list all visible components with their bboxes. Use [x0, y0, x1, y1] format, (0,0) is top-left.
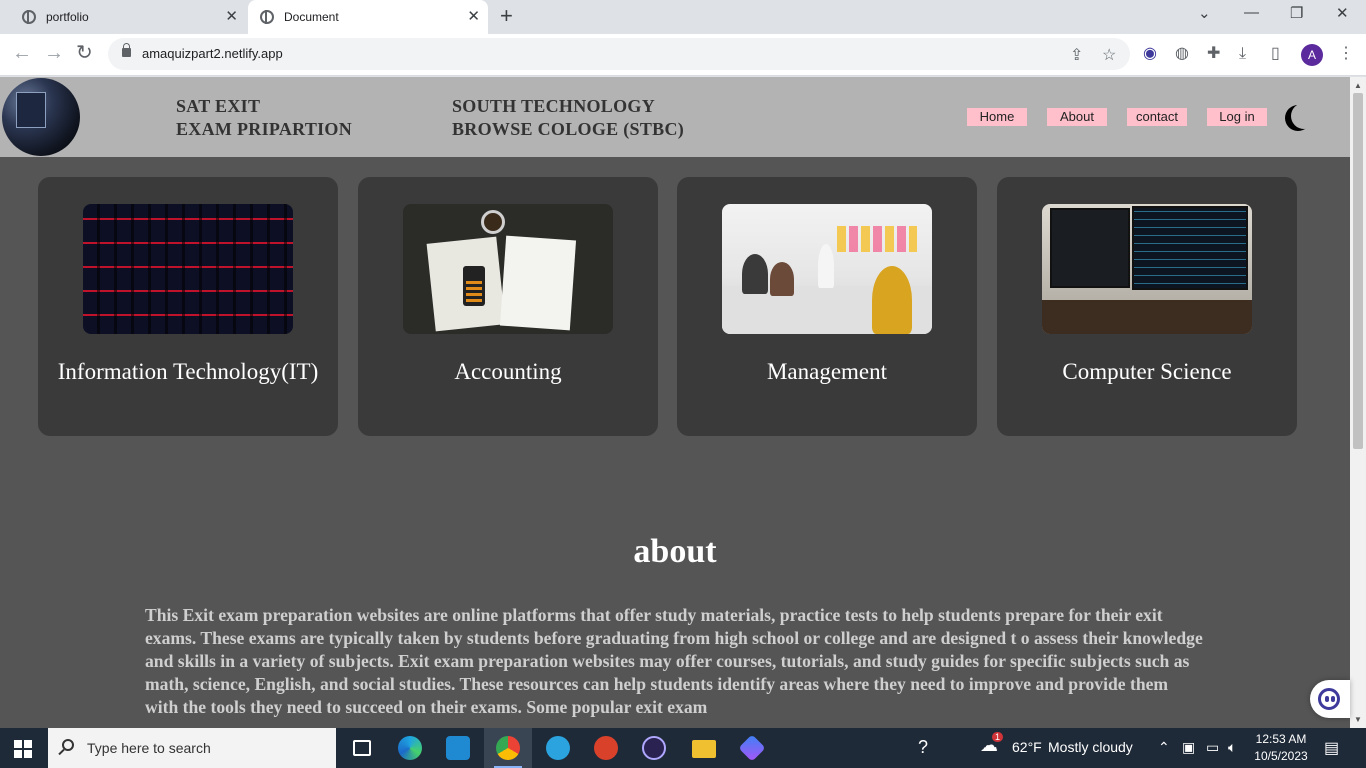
- puzzle-icon[interactable]: ✚: [1207, 45, 1220, 63]
- college-name: SOUTH TECHNOLOGY BROWSE COLOGE (STBC): [452, 95, 684, 141]
- brand-title: SAT EXIT EXAM PRIPARTION: [176, 95, 352, 141]
- globe-extension-icon[interactable]: ◍: [1175, 45, 1189, 63]
- site-logo: [2, 78, 80, 156]
- search-placeholder[interactable]: Type here to search: [87, 740, 211, 756]
- chrome-icon[interactable]: [484, 728, 532, 768]
- nav-contact[interactable]: contact: [1127, 108, 1187, 126]
- edge-icon[interactable]: [386, 728, 434, 768]
- file-explorer-icon[interactable]: [680, 728, 728, 768]
- close-icon[interactable]: ✕: [225, 9, 238, 25]
- lock-icon[interactable]: [122, 43, 131, 57]
- scroll-thumb[interactable]: [1353, 93, 1363, 449]
- usb-icon[interactable]: ▣: [1182, 739, 1195, 756]
- clock-date: 10/5/2023: [1254, 749, 1308, 763]
- chevron-up-icon[interactable]: ⌃: [1158, 739, 1170, 756]
- search-icon: [62, 739, 74, 751]
- side-panel-icon[interactable]: ▯: [1271, 45, 1280, 63]
- window-close-icon[interactable]: ✕: [1336, 4, 1349, 22]
- extension-bot-icon[interactable]: ◉: [1143, 45, 1157, 63]
- minimize-icon[interactable]: —: [1244, 4, 1259, 21]
- scroll-up-icon[interactable]: ▲: [1354, 81, 1362, 90]
- url-text[interactable]: amaquizpart2.netlify.app: [142, 46, 283, 61]
- card-title: Accounting: [454, 359, 562, 384]
- site-header: SAT EXIT EXAM PRIPARTION SOUTH TECHNOLOG…: [0, 77, 1350, 157]
- windows-taskbar: Type here to search ? ☁ 1 62°F Mostly cl…: [0, 728, 1366, 768]
- windows-start-icon[interactable]: [14, 740, 32, 758]
- nav-login[interactable]: Log in: [1207, 108, 1267, 126]
- clock-time: 12:53 AM: [1255, 732, 1307, 746]
- about-heading: about: [633, 533, 717, 570]
- moon-icon[interactable]: [1291, 103, 1317, 129]
- brand-title-line: SAT EXIT: [176, 96, 261, 116]
- about-paragraph: This Exit exam preparation websites are …: [145, 605, 1203, 717]
- help-icon[interactable]: ?: [918, 737, 928, 758]
- volume-icon[interactable]: 🔈︎: [1228, 739, 1236, 756]
- scroll-down-icon[interactable]: ▼: [1354, 715, 1362, 724]
- card-title: Management: [766, 359, 888, 384]
- meeting-image: [722, 204, 932, 334]
- browser-toolbar: ← → ↻ amaquizpart2.netlify.app ⇪ ☆ ◉ ◍ ✚…: [0, 34, 1366, 76]
- postman-icon[interactable]: [582, 728, 630, 768]
- tab-portfolio[interactable]: portfolio ✕: [8, 0, 246, 34]
- notifications-icon[interactable]: ▤: [1324, 738, 1339, 758]
- vscode-icon[interactable]: [434, 728, 482, 768]
- calculator-papers-image: [403, 204, 613, 334]
- card-title: Information Technology(IT): [57, 359, 319, 384]
- course-card-it[interactable]: Information Technology(IT): [38, 177, 338, 436]
- forward-icon[interactable]: →: [44, 43, 64, 63]
- back-icon[interactable]: ←: [12, 43, 32, 63]
- chatbot-icon: [1318, 688, 1340, 710]
- address-bar[interactable]: amaquizpart2.netlify.app ⇪ ☆: [108, 38, 1130, 70]
- share-icon[interactable]: ⇪: [1070, 45, 1083, 65]
- telegram-icon[interactable]: [534, 728, 582, 768]
- course-card-accounting[interactable]: Accounting: [358, 177, 658, 436]
- nav-about[interactable]: About: [1047, 108, 1107, 126]
- college-name-line: SOUTH TECHNOLOGY: [452, 96, 656, 116]
- close-icon[interactable]: ✕: [467, 9, 480, 25]
- page-scrollbar[interactable]: ▲ ▼: [1350, 77, 1366, 728]
- tab-document[interactable]: Document ✕: [248, 0, 488, 34]
- restore-icon[interactable]: ❐: [1290, 4, 1303, 22]
- card-title: Computer Science: [1062, 359, 1232, 384]
- weather-temp[interactable]: 62°F: [1012, 739, 1042, 755]
- taskbar-clock[interactable]: 12:53 AM 10/5/2023: [1254, 731, 1308, 765]
- more-menu-icon[interactable]: ⋮: [1338, 45, 1354, 63]
- battery-icon[interactable]: ▭: [1206, 739, 1219, 756]
- media-player-icon[interactable]: [630, 728, 678, 768]
- keyboard-image: [83, 204, 293, 334]
- course-card-computer-science[interactable]: Computer Science: [997, 177, 1297, 436]
- taskbar-search[interactable]: Type here to search: [48, 728, 336, 768]
- copilot-icon[interactable]: [728, 728, 776, 768]
- browser-tab-strip: portfolio ✕ Document ✕ + ⌄ — ❐ ✕: [0, 0, 1366, 34]
- college-name-line: BROWSE COLOGE (STBC): [452, 119, 685, 139]
- globe-icon: [22, 10, 36, 24]
- brand-title-line: EXAM PRIPARTION: [176, 119, 353, 139]
- weather-condition[interactable]: Mostly cloudy: [1048, 739, 1133, 755]
- course-card-management[interactable]: Management: [677, 177, 977, 436]
- nav-home[interactable]: Home: [967, 108, 1027, 126]
- profile-avatar[interactable]: A: [1301, 44, 1323, 66]
- page-viewport: SAT EXIT EXAM PRIPARTION SOUTH TECHNOLOG…: [0, 77, 1350, 728]
- computer-setup-image: [1042, 204, 1252, 334]
- chevron-down-icon[interactable]: ⌄: [1198, 4, 1211, 22]
- tab-title: Document: [284, 10, 339, 24]
- globe-icon: [260, 10, 274, 24]
- tab-title: portfolio: [46, 10, 89, 24]
- star-icon[interactable]: ☆: [1102, 45, 1116, 65]
- download-icon[interactable]: ⤓: [1239, 45, 1246, 63]
- chat-widget-button[interactable]: [1310, 680, 1350, 718]
- new-tab-icon[interactable]: +: [500, 5, 513, 27]
- task-view-icon[interactable]: [338, 728, 386, 768]
- weather-badge: 1: [992, 732, 1004, 742]
- reload-icon[interactable]: ↻: [76, 43, 93, 63]
